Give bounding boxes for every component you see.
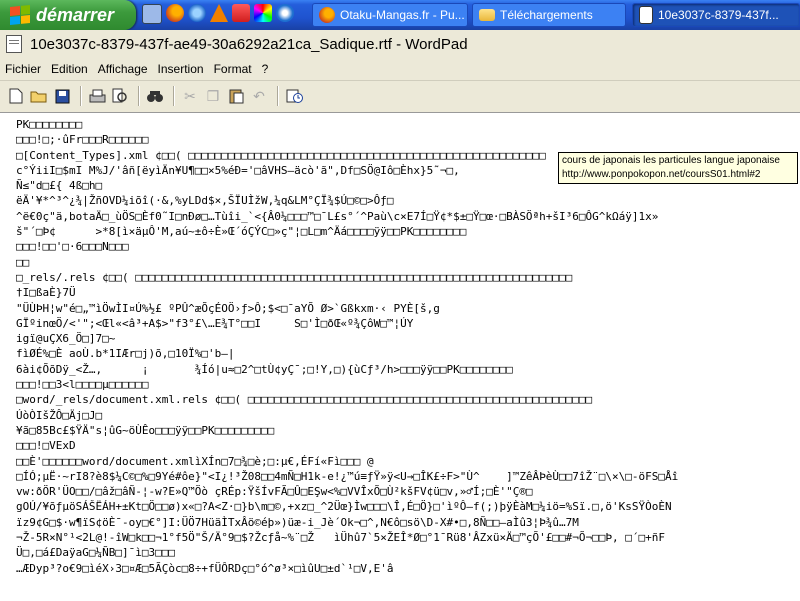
start-button[interactable]: démarrer — [0, 0, 136, 30]
new-document-icon[interactable] — [6, 86, 26, 106]
document-line: □□□!□VExD — [16, 439, 76, 453]
document-line: □ÍÓ;µË·~rI8?è8$¼C©□%□9Yé#ôe}"<I¿!³Ž08□□4… — [16, 469, 679, 483]
menu-insertion[interactable]: Insertion — [153, 62, 209, 76]
menu-edition[interactable]: Edition — [46, 62, 93, 76]
paste-icon[interactable] — [226, 86, 246, 106]
document-page[interactable]: PK□□□□□□□□ □□□!□;·ûFr□□□R□□□□□□ □[Content_… — [0, 112, 800, 601]
wordpad-doc-icon — [639, 6, 653, 24]
document-line: igï@uÇX6_Ö□]7□~ — [16, 332, 116, 346]
toolbar-separator — [80, 86, 82, 106]
start-label: démarrer — [36, 4, 115, 25]
firefox-icon[interactable] — [166, 4, 184, 22]
document-line: □_rels/.rels ¢□□( □□□□□□□□□□□□□□□□□□□□□□… — [16, 270, 573, 284]
document-line: PK□□□□□□□□ — [16, 118, 83, 131]
print-icon[interactable] — [87, 86, 107, 106]
document-line: vw:ðÖR'ÜO□□/□âž□âÑ-¦-w?E»Q™Öò çRÉp:ŸšÍvF… — [16, 485, 533, 499]
taskbar-button-firefox[interactable]: Otaku-Mangas.fr - Pu... — [312, 3, 468, 27]
window-title: 10e3037c-8379-437f-ae49-30a6292a21ca_Sad… — [30, 35, 468, 53]
document-line: □□ — [16, 255, 30, 269]
taskbar-button-label: Téléchargements — [500, 8, 593, 22]
copy-icon[interactable]: ❐ — [203, 86, 223, 106]
document-line: ÚòÒIšŽÔ□Äj□J□ — [16, 408, 103, 422]
document-area: PK□□□□□□□□ □□□!□;·ûFr□□□R□□□□□□ □[Content_… — [0, 112, 800, 601]
quick-launch — [142, 4, 294, 26]
document-line: "ÜÙÞH¦w"é□„™ìÖwÌI¤Ú%½£ ºPÛ^æÕçÉOÖ›ƒ>Ô;$<… — [16, 301, 440, 315]
toolbar-separator — [277, 86, 279, 106]
document-line: gOÚ/¥õƒµöSÁŠËÁH+±Kt□Ö□□ø)x«□?A<Z·□}b\m□©… — [16, 500, 672, 514]
find-icon[interactable] — [145, 86, 165, 106]
document-line: …ÆDyp³?o€9□ìéX›3□¤Æ□5ÃÇòc□8÷+fÜÔRDç□°ó^ø… — [16, 561, 394, 575]
application-icon[interactable] — [232, 4, 250, 22]
document-line: ïz9¢G□$·w¶ïS¢öÈ¯-oy□€°]I:ÜÖ7HüäÌTxÂö©éþ»… — [16, 515, 579, 529]
toolbar: ✂ ❐ ↶ — [0, 81, 800, 111]
undo-icon[interactable]: ↶ — [249, 86, 269, 106]
document-line: □□È'□□□□□□word/document.xmlìXÍn□7□¾□è;□:… — [16, 454, 374, 468]
print-preview-icon[interactable] — [110, 86, 130, 106]
taskbar-button-downloads[interactable]: Téléchargements — [472, 3, 626, 27]
document-icon — [6, 35, 22, 53]
save-icon[interactable] — [52, 86, 72, 106]
insert-date-time-icon[interactable] — [284, 86, 304, 106]
document-text: PK□□□□□□□□ □□□!□;·ûFr□□□R□□□□□□ □[Content_… — [16, 117, 678, 576]
firefox-icon — [319, 7, 335, 23]
document-line: Ü□,□á£DaÿaG□¼ÑB□]¯ì□3□□□ — [16, 546, 175, 560]
document-line: GÏºinœÖ/<'";<Œl«<â³+A$>"f3°£\…E¾T°□□I S□… — [16, 316, 414, 330]
document-line: □□□!□□3<l□□□□µ□□□□□□ — [16, 378, 149, 392]
tooltip-url: http://www.ponpokopon.net/coursS01.html#… — [562, 169, 761, 180]
internet-explorer-icon[interactable] — [188, 4, 206, 22]
show-desktop-icon[interactable] — [142, 4, 162, 24]
menu-fichier[interactable]: Fichier — [0, 62, 46, 76]
menu-help[interactable]: ? — [257, 62, 274, 76]
document-line: š"´□Þ¢ >*8[ì×äµÔ'M,aú~±ô÷È»Œ´óÇÝC□»ç"¦□L… — [16, 225, 467, 239]
vlc-icon[interactable] — [210, 4, 228, 22]
paint-icon[interactable] — [254, 4, 272, 22]
menu-affichage[interactable]: Affichage — [93, 62, 153, 76]
document-line: ¬Ž-5R×N°¹<2L@!-îW□k□□¬1°f5Ö"Š/Ä°9□$?Žcƒå… — [16, 531, 666, 545]
toolbar-separator — [173, 86, 175, 106]
document-line: fìØÉ%□È aoÙ.b*1IÆr□j)õ,□10Ï%□'b–| — [16, 347, 235, 361]
toolbar-separator — [138, 86, 140, 106]
taskbar: démarrer Otaku-Mangas.fr - Pu... Télécha… — [0, 0, 800, 30]
menu-format[interactable]: Format — [209, 62, 257, 76]
document-line: ëÄ'¥*^³^¿¾|ŽñOVD¼iõî(·&,%yLDd$×,ŠÏUÌžW,¼… — [16, 194, 394, 208]
tooltip-title: cours de japonais les particules langue … — [562, 155, 780, 166]
open-folder-icon[interactable] — [29, 86, 49, 106]
document-line: ^ë€0ç"ä,botaÄ□_ùÖS□Èf0˜I□nÐø□…Tùîi_`<{Â0… — [16, 209, 659, 223]
taskbar-button-wordpad[interactable]: 10e3037c-8379-437f... — [632, 3, 800, 27]
document-line: □word/_rels/document.xml.rels ¢□□( □□□□□… — [16, 393, 593, 407]
document-line: 6ài¢ÕõDÿ_<Ž…, ¡ ¾Íó|u≈□2^□tÙ¢yÇ¯;□!Y,□){… — [16, 362, 513, 376]
taskbar-button-label: Otaku-Mangas.fr - Pu... — [340, 8, 465, 22]
document-line: ¥ã□85Bc£$ŸÄ"s¦ûG~öÙÊo□□□ÿÿ□□PK□□□□□□□□□ — [16, 423, 275, 437]
taskbar-button-label: 10e3037c-8379-437f... — [658, 8, 779, 22]
window-titlebar[interactable]: 10e3037c-8379-437f-ae49-30a6292a21ca_Sad… — [0, 30, 800, 58]
cut-icon[interactable]: ✂ — [180, 86, 200, 106]
media-player-icon[interactable] — [276, 4, 294, 22]
link-tooltip: cours de japonais les particules langue … — [558, 152, 798, 184]
windows-logo-icon — [10, 4, 30, 26]
document-line: □□□!□;·ûFr□□□R□□□□□□ — [16, 133, 149, 147]
folder-icon — [479, 9, 495, 21]
document-line: †I□ßaÈ}7Ü — [16, 286, 76, 300]
menu-bar: Fichier Edition Affichage Insertion Form… — [0, 58, 800, 81]
document-line: □□□!□□'□·6□□□N□□□ — [16, 240, 129, 254]
